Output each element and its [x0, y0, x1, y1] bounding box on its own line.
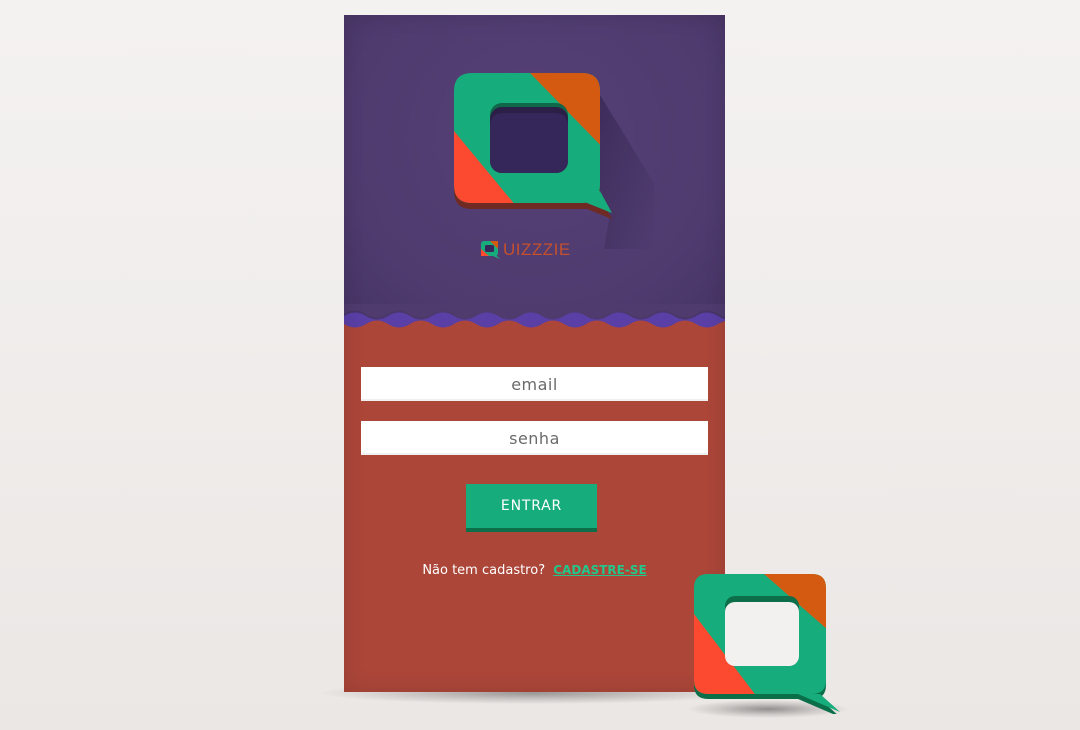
speech-bubble-logo-icon [454, 73, 654, 249]
signup-row: Não tem cadastro? CADASTRE-SE [344, 563, 725, 578]
brand-name: UIZZZIE [503, 240, 571, 259]
phone-mockup: UIZZZIE ENTRAR Não tem cadastro? CADASTR… [344, 15, 725, 692]
wave-divider [344, 304, 725, 328]
login-button[interactable]: ENTRAR [466, 484, 597, 532]
password-input[interactable] [361, 421, 708, 455]
mini-logo-icon [481, 241, 500, 259]
signup-link[interactable]: CADASTRE-SE [553, 563, 646, 577]
brand-wordmark: UIZZZIE [481, 237, 601, 263]
email-input[interactable] [361, 367, 708, 401]
app-header: UIZZZIE [344, 15, 725, 320]
speech-bubble-logo-icon [694, 574, 840, 714]
signup-prompt: Não tem cadastro? [422, 563, 546, 578]
